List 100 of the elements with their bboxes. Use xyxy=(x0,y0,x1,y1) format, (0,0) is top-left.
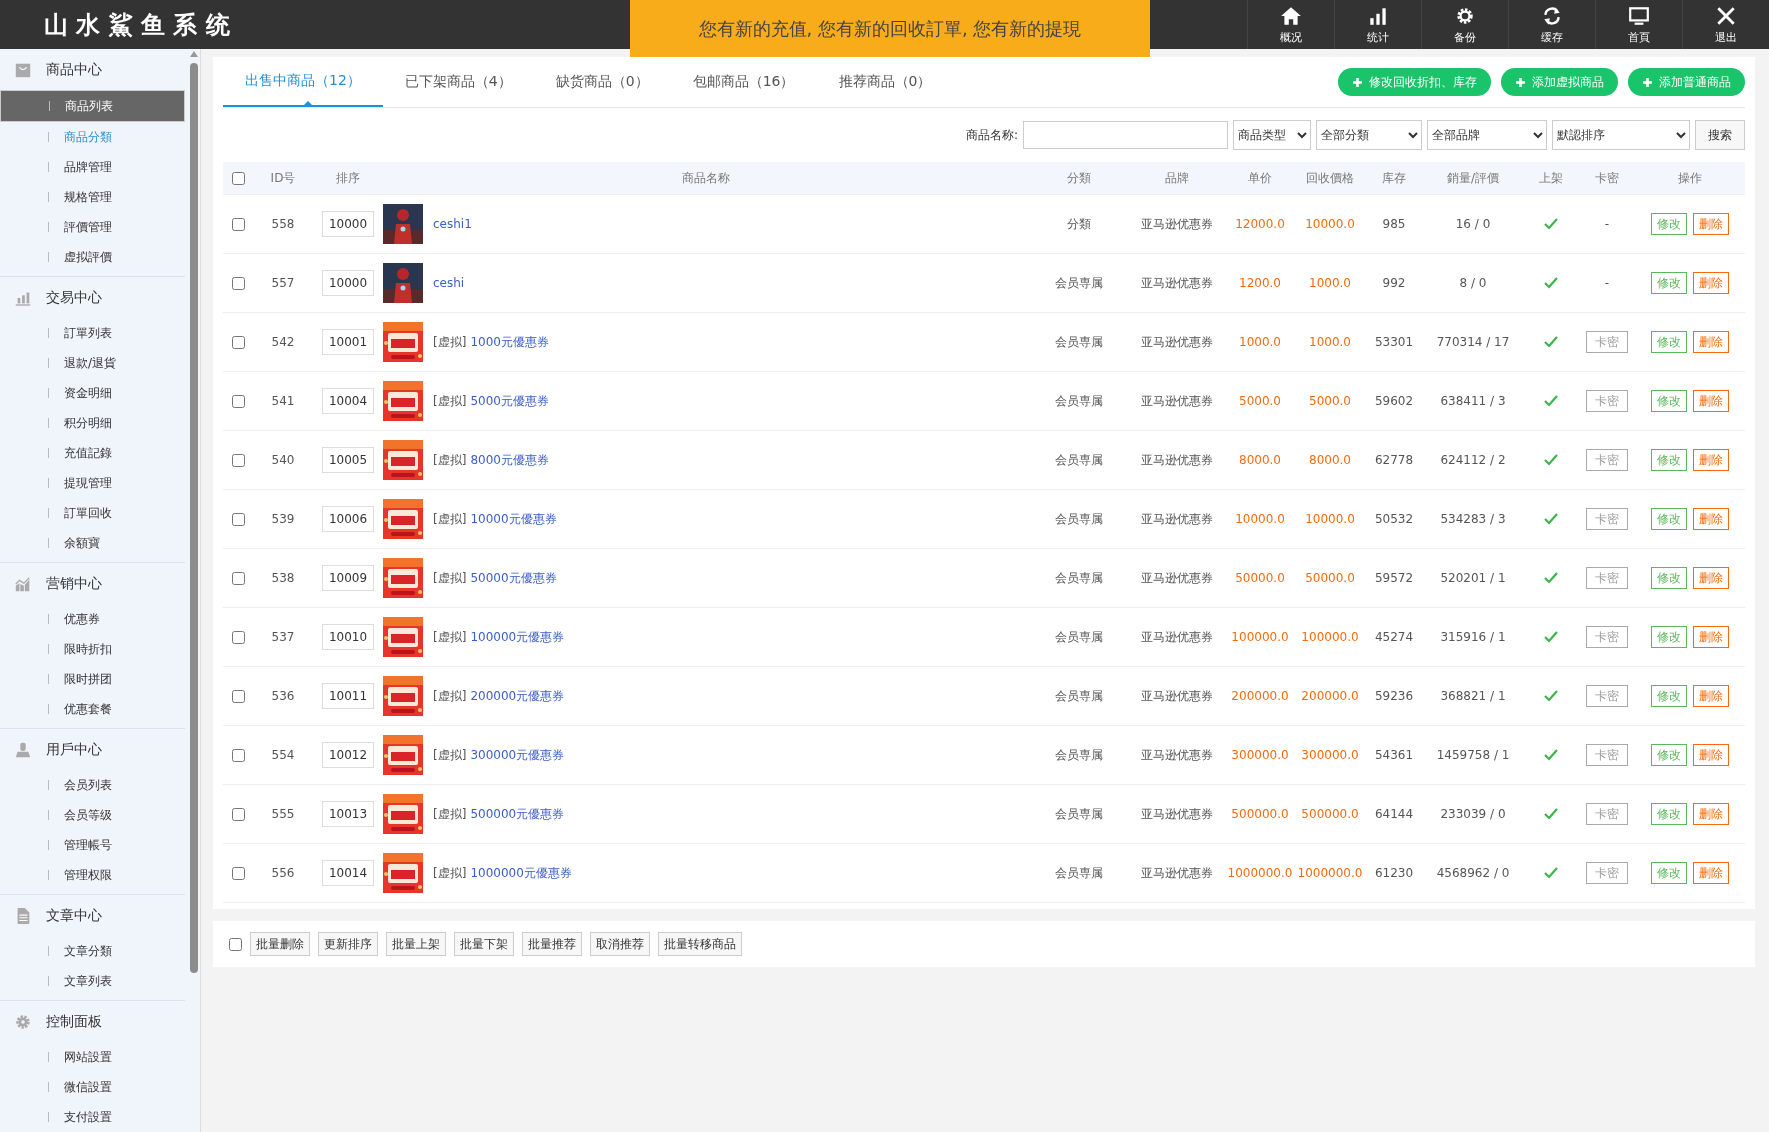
nav-link[interactable]: 概况 xyxy=(1247,0,1334,49)
stock-cell-text: 59602 xyxy=(1373,394,1415,408)
id-cell-text: 555 xyxy=(270,807,296,821)
name-search-field[interactable] xyxy=(1023,121,1228,149)
sidebar-item[interactable]: 积分明细 xyxy=(0,408,185,438)
sidebar-item[interactable]: 品牌管理 xyxy=(0,152,185,182)
row-checkbox[interactable] xyxy=(231,866,245,880)
row-checkbox[interactable] xyxy=(231,512,245,526)
sort-field[interactable]: 10012 xyxy=(322,742,374,768)
sidebar-item[interactable]: 管理权限 xyxy=(0,860,185,890)
tab[interactable]: 缺货商品（0） xyxy=(533,57,671,107)
bulk-action-button[interactable]: 取消推荐 xyxy=(590,932,650,956)
price-cell-text: 300000.0 xyxy=(1230,748,1290,762)
sort-field[interactable]: 10014 xyxy=(322,860,374,886)
sidebar-item[interactable]: 商品列表 xyxy=(0,90,185,122)
sidebar-item[interactable]: 优惠套餐 xyxy=(0,694,185,724)
tab[interactable]: 包邮商品（16） xyxy=(670,57,817,107)
row-checkbox[interactable] xyxy=(231,217,245,231)
filter-dropdown[interactable]: 默認排序 xyxy=(1552,120,1690,150)
nav-link[interactable]: 退出 xyxy=(1682,0,1769,49)
bulk-action-button[interactable]: 更新排序 xyxy=(318,932,378,956)
sidebar-item[interactable]: 支付設置 xyxy=(0,1102,185,1132)
sidebar-item[interactable]: 会员列表 xyxy=(0,770,185,800)
filter-dropdown[interactable]: 商品类型 xyxy=(1233,120,1311,150)
product-link[interactable]: 1000元優惠券 xyxy=(470,333,549,351)
sidebar-item[interactable]: 优惠券 xyxy=(0,604,185,634)
product-link[interactable]: 300000元優惠券 xyxy=(470,746,565,764)
sort-field[interactable]: 10001 xyxy=(322,329,374,355)
column-header: 商品名称 xyxy=(681,169,731,187)
bulk-action-button[interactable]: 批量推荐 xyxy=(522,932,582,956)
sidebar-item[interactable]: 充值記錄 xyxy=(0,438,185,468)
row-checkbox[interactable] xyxy=(231,453,245,467)
sidebar-item[interactable]: 余額寶 xyxy=(0,528,185,558)
sales-cell-text: 4568962 / 0 xyxy=(1435,866,1511,880)
select-all-checkbox[interactable] xyxy=(231,171,245,185)
sidebar-item[interactable]: 文章列表 xyxy=(0,966,185,996)
nav-link[interactable]: 缓存 xyxy=(1508,0,1595,49)
row-checkbox[interactable] xyxy=(231,571,245,585)
sidebar-item[interactable]: 文章分類 xyxy=(0,936,185,966)
tab[interactable]: 出售中商品（12） xyxy=(223,57,383,107)
bulk-action-button[interactable]: 批量上架 xyxy=(386,932,446,956)
product-link[interactable]: 100000元優惠券 xyxy=(470,628,565,646)
price-cell-text: 8000.0 xyxy=(1238,453,1282,467)
search-button[interactable]: 搜索 xyxy=(1695,120,1745,150)
virtual-tag: [虚拟] xyxy=(433,569,467,587)
tab[interactable]: 推荐商品（0） xyxy=(816,57,954,107)
product-link[interactable]: 200000元優惠券 xyxy=(470,687,565,705)
bulk-action-button[interactable]: 批量下架 xyxy=(454,932,514,956)
sort-field[interactable]: 10000 xyxy=(322,211,374,237)
tab[interactable]: 已下架商品（4） xyxy=(382,57,534,107)
sort-field[interactable]: 10006 xyxy=(322,506,374,532)
bulk-action-button[interactable]: 批量转移商品 xyxy=(658,932,742,956)
sidebar-item[interactable]: 限時折扣 xyxy=(0,634,185,664)
product-link[interactable]: 8000元優惠券 xyxy=(470,451,549,469)
product-link[interactable]: 10000元優惠券 xyxy=(470,510,557,528)
sidebar-item[interactable]: 提現管理 xyxy=(0,468,185,498)
product-link[interactable]: ceshi xyxy=(433,276,465,290)
category-cell-text: 会员専属 xyxy=(1054,746,1104,764)
sidebar-item[interactable]: 訂單回收 xyxy=(0,498,185,528)
row-checkbox[interactable] xyxy=(231,394,245,408)
nav-link[interactable]: 统计 xyxy=(1334,0,1421,49)
sort-field[interactable]: 10013 xyxy=(322,801,374,827)
sidebar-item[interactable]: 限时拼团 xyxy=(0,664,185,694)
product-link[interactable]: 5000元優惠券 xyxy=(470,392,549,410)
filter-dropdown[interactable]: 全部品牌 xyxy=(1427,120,1547,150)
product-link[interactable]: ceshi1 xyxy=(433,217,472,231)
filter-dropdown[interactable]: 全部分類 xyxy=(1316,120,1422,150)
sort-field[interactable]: 10005 xyxy=(322,447,374,473)
sort-field[interactable]: 10011 xyxy=(322,683,374,709)
product-link[interactable]: 1000000元優惠券 xyxy=(470,864,572,882)
row-checkbox[interactable] xyxy=(231,630,245,644)
row-checkbox[interactable] xyxy=(231,276,245,290)
sidebar-item[interactable]: 微信設置 xyxy=(0,1072,185,1102)
nav-link[interactable]: 备份 xyxy=(1421,0,1508,49)
sidebar-item[interactable]: 退款/退貨 xyxy=(0,348,185,378)
recycle-price-cell-text: 1000000.0 xyxy=(1296,866,1364,880)
sidebar-item[interactable]: 管理帳号 xyxy=(0,830,185,860)
product-link[interactable]: 500000元優惠券 xyxy=(470,805,565,823)
virtual-tag: [虚拟] xyxy=(433,510,467,528)
sidebar-item[interactable]: 资金明细 xyxy=(0,378,185,408)
sidebar-item[interactable]: 虚拟評價 xyxy=(0,242,185,272)
sort-field[interactable]: 10000 xyxy=(322,270,374,296)
sidebar-item[interactable]: 評價管理 xyxy=(0,212,185,242)
sort-field[interactable]: 10009 xyxy=(322,565,374,591)
bulk-checkbox[interactable] xyxy=(229,937,242,951)
bulk-action-button[interactable]: 批量删除 xyxy=(250,932,310,956)
row-checkbox[interactable] xyxy=(231,748,245,762)
sidebar-item[interactable]: 网站設置 xyxy=(0,1042,185,1072)
sidebar-item[interactable]: 规格管理 xyxy=(0,182,185,212)
row-checkbox[interactable] xyxy=(231,689,245,703)
stock-cell-text: 985 xyxy=(1381,217,1407,231)
row-checkbox[interactable] xyxy=(231,807,245,821)
sidebar-item[interactable]: 訂單列表 xyxy=(0,318,185,348)
row-checkbox[interactable] xyxy=(231,335,245,349)
sidebar-item[interactable]: 会员等级 xyxy=(0,800,185,830)
sort-field[interactable]: 10004 xyxy=(322,388,374,414)
sort-field[interactable]: 10010 xyxy=(322,624,374,650)
category-cell-text: 会员専属 xyxy=(1054,510,1104,528)
product-link[interactable]: 50000元優惠券 xyxy=(470,569,557,587)
nav-link[interactable]: 首頁 xyxy=(1595,0,1682,49)
